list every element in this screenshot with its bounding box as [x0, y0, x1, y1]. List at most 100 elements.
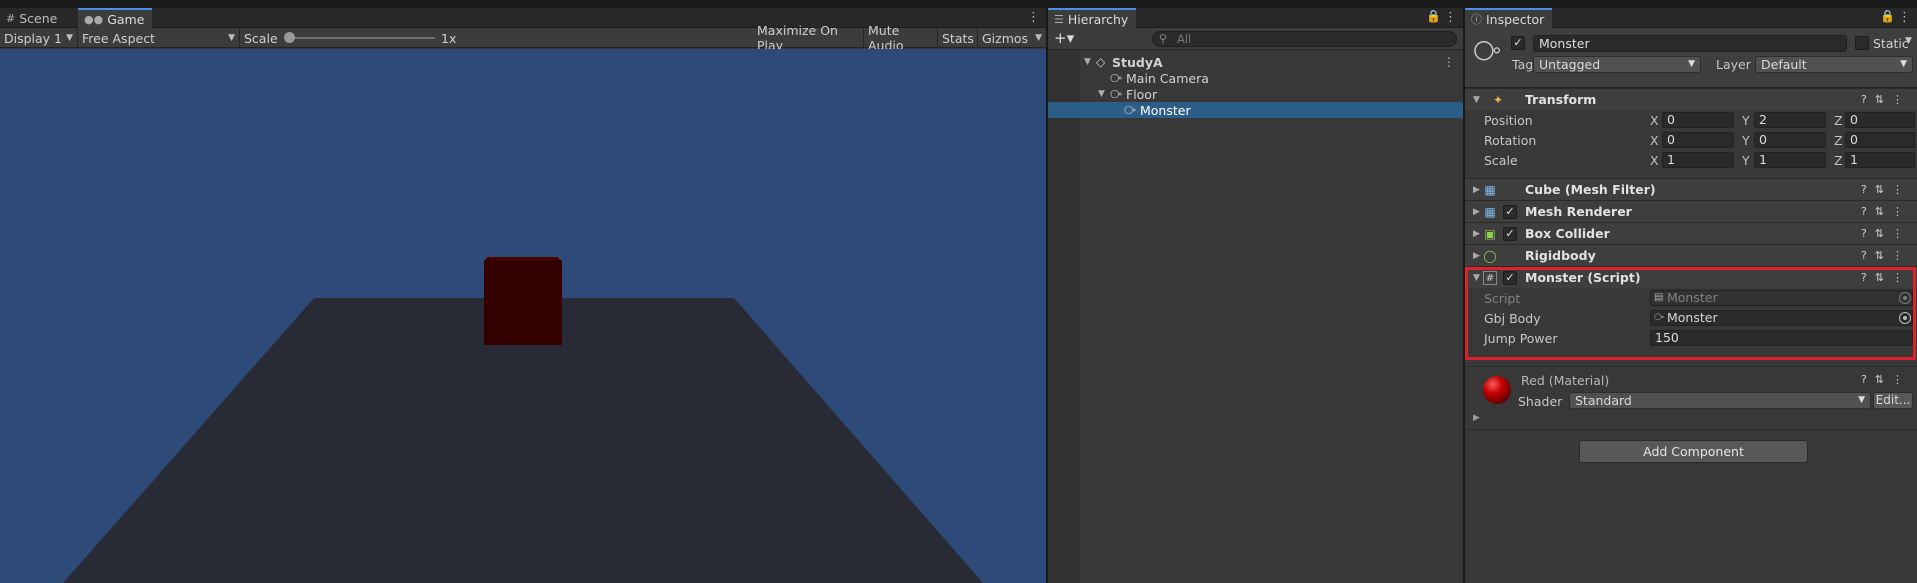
- game-viewport[interactable]: [0, 49, 1046, 583]
- component-box-collider[interactable]: ▶ ▣ ✓ Box Collider ?⇅⋮: [1465, 222, 1917, 244]
- lock-icon[interactable]: 🔒: [1426, 9, 1441, 23]
- hierarchy-item-monster[interactable]: ⧂ Monster: [1048, 102, 1463, 118]
- component-title: Cube (Mesh Filter): [1525, 182, 1656, 197]
- component-tools[interactable]: ?⇅⋮: [1861, 373, 1911, 386]
- expand-arrow-icon[interactable]: ▶: [1473, 413, 1480, 423]
- scale-slider-track[interactable]: [289, 37, 435, 39]
- expand-arrow-icon[interactable]: ▶: [1473, 251, 1480, 261]
- inspector-title: Inspector: [1486, 11, 1545, 27]
- material-name[interactable]: Red (Material): [1521, 373, 1609, 388]
- rotation-x-field[interactable]: 0: [1662, 132, 1734, 148]
- component-transform[interactable]: ▼ ✦ Transform ?⇅⋮: [1465, 88, 1917, 110]
- tag-value: Untagged: [1539, 57, 1601, 72]
- inspector-header: ⧂ ✓ Monster Static ▼ Tag Untagged ▼ Laye…: [1465, 28, 1917, 88]
- component-tools[interactable]: ?⇅⋮: [1861, 271, 1911, 284]
- jump-power-field[interactable]: 150: [1650, 330, 1913, 346]
- monster-cube: [484, 260, 562, 345]
- rotation-label: Rotation: [1484, 133, 1537, 148]
- object-picker-icon: [1899, 292, 1911, 304]
- hierarchy-item-floor[interactable]: ▼ ⧂ Floor: [1048, 86, 1463, 102]
- material-preview-sphere[interactable]: [1483, 376, 1511, 404]
- component-monster-script[interactable]: ▼ # ✓ Monster (Script) ?⇅⋮: [1465, 266, 1917, 288]
- collapse-arrow-icon[interactable]: ▼: [1473, 273, 1480, 283]
- gizmos-label: Gizmos: [982, 30, 1029, 46]
- display-label: Display 1: [4, 30, 63, 46]
- component-enabled-checkbox[interactable]: ✓: [1503, 271, 1517, 285]
- gizmos-dropdown[interactable]: Gizmos ▼: [978, 28, 1046, 48]
- hierarchy-search-input[interactable]: ⚲ All: [1152, 31, 1457, 47]
- game-panel: # Scene ●● Game ⋮ Display 1 ▼ Free Aspec…: [0, 8, 1046, 583]
- component-tools[interactable]: ?⇅⋮: [1861, 205, 1911, 218]
- static-label[interactable]: Static: [1873, 36, 1909, 51]
- hierarchy-gutter: [1048, 50, 1080, 583]
- scale-z-field[interactable]: 1: [1845, 152, 1915, 168]
- kebab-menu-icon[interactable]: ⋮: [1027, 10, 1040, 25]
- hierarchy-toolbar: +▾ ⚲ All: [1048, 28, 1463, 50]
- hierarchy-title: Hierarchy: [1067, 11, 1129, 27]
- tab-inspector[interactable]: ⓘ Inspector: [1465, 8, 1553, 28]
- tab-scene[interactable]: # Scene: [0, 8, 65, 28]
- kebab-menu-icon[interactable]: ⋮: [1443, 55, 1455, 69]
- gameobject-cube-icon[interactable]: ⧂: [1473, 34, 1501, 68]
- component-enabled-checkbox[interactable]: ✓: [1503, 205, 1517, 219]
- info-icon: ⓘ: [1471, 13, 1482, 26]
- position-x-field[interactable]: 0: [1662, 112, 1734, 128]
- expand-arrow-icon[interactable]: ▶: [1473, 229, 1480, 239]
- hierarchy-item-studya[interactable]: ▼ ◇ StudyA ⋮: [1048, 54, 1463, 70]
- chevron-down-icon[interactable]: ▼: [1905, 36, 1912, 46]
- scale-x-field[interactable]: 1: [1662, 152, 1734, 168]
- expand-arrow-icon[interactable]: ▼: [1084, 57, 1091, 67]
- transform-icon: ✦: [1492, 92, 1504, 107]
- tab-game-label: Game: [107, 11, 145, 27]
- aspect-label: Free Aspect: [82, 30, 155, 46]
- layer-dropdown[interactable]: Default ▼: [1755, 56, 1913, 73]
- hierarchy-item-main-camera[interactable]: ⧂ Main Camera: [1048, 70, 1463, 86]
- static-checkbox[interactable]: [1855, 36, 1869, 50]
- gbj-body-row: Gbj Body ⧂ Monster: [1465, 308, 1917, 328]
- stats-toggle[interactable]: Stats: [938, 28, 978, 48]
- position-z-field[interactable]: 0: [1845, 112, 1915, 128]
- component-enabled-checkbox[interactable]: ✓: [1503, 227, 1517, 241]
- rotation-y-field[interactable]: 0: [1754, 132, 1826, 148]
- gbj-body-object-field[interactable]: ⧂ Monster: [1650, 310, 1913, 326]
- x-axis-label: X: [1650, 153, 1659, 168]
- component-tools[interactable]: ?⇅⋮: [1861, 249, 1911, 262]
- object-name-field[interactable]: Monster: [1533, 35, 1847, 52]
- component-tools[interactable]: ?⇅⋮: [1861, 227, 1911, 240]
- rotation-z-field[interactable]: 0: [1845, 132, 1915, 148]
- expand-arrow-icon[interactable]: ▶: [1473, 207, 1480, 217]
- expand-arrow-icon[interactable]: ▶: [1473, 185, 1480, 195]
- component-mesh-filter[interactable]: ▶ ▦ Cube (Mesh Filter) ?⇅⋮: [1465, 178, 1917, 200]
- display-dropdown[interactable]: Display 1 ▼: [0, 28, 78, 48]
- collapse-arrow-icon[interactable]: ▼: [1473, 95, 1480, 105]
- mesh-filter-icon: ▦: [1484, 182, 1496, 197]
- tab-game[interactable]: ●● Game: [78, 8, 153, 28]
- x-axis-label: X: [1650, 133, 1659, 148]
- tab-hierarchy[interactable]: ☰ Hierarchy: [1048, 8, 1137, 28]
- scale-slider-handle[interactable]: [284, 32, 295, 43]
- kebab-menu-icon[interactable]: ⋮: [1898, 10, 1911, 25]
- kebab-menu-icon[interactable]: ⋮: [1444, 10, 1457, 25]
- component-mesh-renderer[interactable]: ▶ ▦ ✓ Mesh Renderer ?⇅⋮: [1465, 200, 1917, 222]
- scale-y-field[interactable]: 1: [1754, 152, 1826, 168]
- script-row: Script ▤ Monster: [1465, 288, 1917, 308]
- aspect-dropdown[interactable]: Free Aspect ▼: [78, 28, 240, 48]
- add-component-button[interactable]: Add Component: [1579, 440, 1808, 463]
- expand-arrow-icon[interactable]: ▼: [1098, 89, 1105, 99]
- mute-audio-toggle[interactable]: Mute Audio: [864, 23, 938, 53]
- component-tools[interactable]: ?⇅⋮: [1861, 93, 1911, 106]
- window-top-strip: [0, 0, 1917, 8]
- object-picker-icon[interactable]: [1899, 312, 1911, 324]
- lock-icon[interactable]: 🔒: [1880, 9, 1895, 23]
- add-object-button[interactable]: +▾: [1054, 29, 1074, 47]
- cube-icon: ⧂: [1110, 86, 1123, 101]
- edit-shader-button[interactable]: Edit...: [1873, 392, 1913, 409]
- component-rigidbody[interactable]: ▶ ◯ Rigidbody ?⇅⋮: [1465, 244, 1917, 266]
- position-y-field[interactable]: 2: [1754, 112, 1826, 128]
- cube-icon: ⧂: [1654, 312, 1664, 323]
- tag-dropdown[interactable]: Untagged ▼: [1533, 56, 1701, 73]
- active-checkbox[interactable]: ✓: [1511, 36, 1525, 50]
- maximize-on-play-toggle[interactable]: Maximize On Play: [753, 23, 864, 53]
- shader-dropdown[interactable]: Standard ▼: [1569, 392, 1871, 409]
- component-tools[interactable]: ?⇅⋮: [1861, 183, 1911, 196]
